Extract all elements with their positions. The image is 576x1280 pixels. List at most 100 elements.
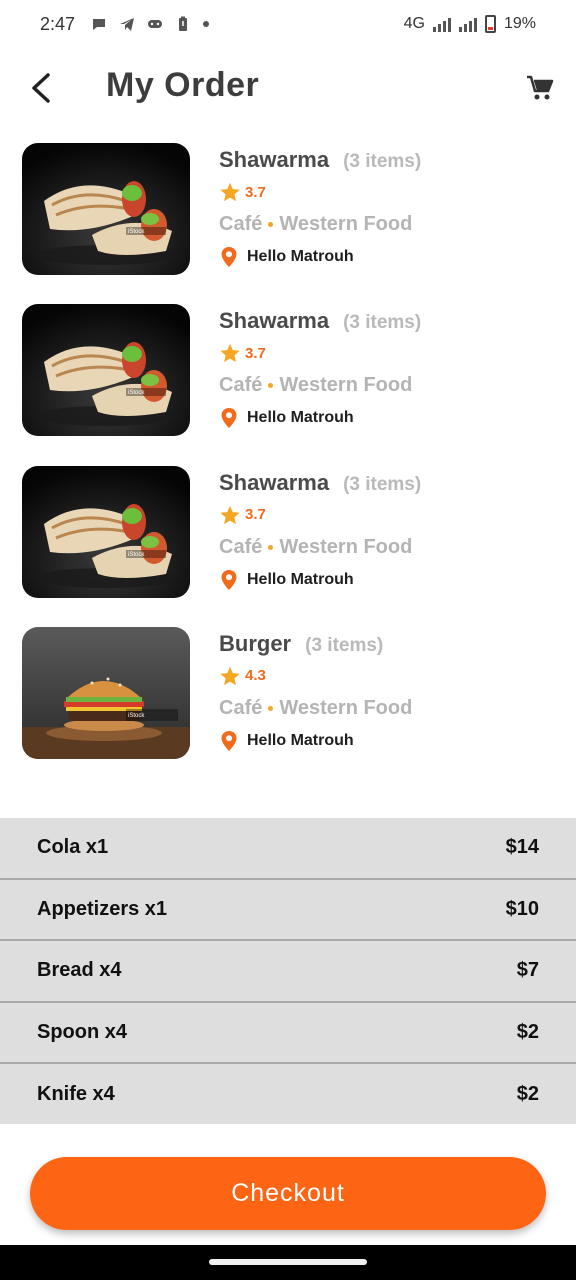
- restaurant-card[interactable]: iStock Shawarma (3 items) 3.7 Café Weste…: [0, 465, 576, 627]
- restaurant-card[interactable]: iStock Shawarma (3 items) 3.7 Café Weste…: [0, 143, 576, 304]
- order-item-price: $7: [516, 959, 539, 982]
- telegram-icon: [120, 18, 135, 31]
- star-icon: [220, 182, 240, 202]
- status-right: 4G 19%: [404, 15, 536, 33]
- shawarma-image: iStock: [22, 304, 190, 437]
- location-label: Hello Matrouh: [247, 570, 354, 588]
- shawarma-image: iStock: [22, 143, 190, 275]
- signal-icon: [432, 16, 451, 32]
- category-row: Café Western Food: [219, 697, 412, 720]
- signal-icon-2: [458, 16, 477, 32]
- separator-dot: [268, 383, 274, 389]
- header: My Order: [0, 56, 576, 120]
- cuisine-label: Western Food: [279, 696, 413, 719]
- chevron-left-icon[interactable]: [26, 70, 58, 106]
- category-label: Café: [219, 213, 263, 235]
- status-left: 2:47: [40, 13, 210, 35]
- order-items-table: Cola x1 $14 Appetizers x1 $10 Bread x4 $…: [0, 818, 576, 1125]
- svg-text:iStock: iStock: [128, 552, 145, 558]
- battery-percent: 19%: [503, 15, 536, 32]
- star-icon: [220, 344, 240, 363]
- order-item-price: $10: [505, 897, 539, 920]
- restaurant-name: Burger: [219, 630, 292, 656]
- item-count: (3 items): [305, 634, 384, 656]
- location-label: Hello Matrouh: [247, 731, 354, 749]
- order-item-price: $2: [516, 1082, 539, 1105]
- item-count: (3 items): [343, 473, 422, 495]
- restaurant-name: Shawarma: [219, 147, 330, 172]
- cart-icon[interactable]: [526, 74, 554, 102]
- dot-icon: [203, 21, 210, 27]
- rating-value: 4.3: [245, 667, 266, 685]
- order-item-row[interactable]: Cola x1 $14: [0, 818, 576, 880]
- category-label: Café: [219, 535, 263, 558]
- rating-value: 3.7: [245, 344, 266, 362]
- system-nav-bar: [0, 1245, 576, 1280]
- order-item-row[interactable]: Bread x4 $7: [0, 941, 576, 1003]
- star-icon: [220, 505, 240, 524]
- order-item-name: Spoon x4: [37, 1021, 128, 1044]
- restaurant-info: Burger (3 items) 4.3 Café Western Food H…: [219, 631, 412, 752]
- restaurant-name: Shawarma: [219, 308, 330, 334]
- restaurant-info: Shawarma (3 items) 3.7 Café Western Food…: [219, 308, 421, 429]
- category-row: Café Western Food: [219, 213, 421, 236]
- location-label: Hello Matrouh: [247, 248, 354, 265]
- location-pin-icon: [221, 730, 237, 751]
- location-pin-icon: [221, 247, 237, 267]
- category-row: Café Western Food: [219, 374, 421, 397]
- order-item-name: Cola x1: [37, 836, 109, 859]
- game-controller-icon: [148, 20, 163, 28]
- location-row: Hello Matrouh: [219, 246, 421, 268]
- status-time: 2:47: [40, 13, 76, 34]
- checkout-button[interactable]: Checkout: [30, 1157, 546, 1230]
- category-label: Café: [219, 696, 263, 719]
- location-pin-icon: [221, 408, 237, 429]
- order-item-price: $14: [505, 836, 539, 859]
- restaurant-card[interactable]: iStock Burger (3 items) 4.3 Café Western…: [0, 626, 576, 788]
- restaurant-title-row: Shawarma (3 items): [219, 147, 421, 173]
- separator-dot: [268, 222, 274, 227]
- location-row: Hello Matrouh: [219, 569, 421, 591]
- rating-row: 4.3: [219, 665, 412, 687]
- food-thumbnail[interactable]: iStock: [22, 626, 190, 759]
- restaurant-card[interactable]: iStock Shawarma (3 items) 3.7 Café Weste…: [0, 304, 576, 465]
- location-row: Hello Matrouh: [219, 730, 412, 752]
- home-indicator[interactable]: [209, 1259, 367, 1265]
- battery-saver-icon: [179, 16, 188, 31]
- rating-value: 3.7: [245, 183, 266, 201]
- restaurant-info: Shawarma (3 items) 3.7 Café Western Food…: [219, 147, 421, 268]
- restaurant-title-row: Shawarma (3 items): [219, 470, 421, 496]
- order-item-row[interactable]: Appetizers x1 $10: [0, 879, 576, 942]
- rating-row: 3.7: [219, 504, 421, 526]
- shawarma-image: iStock: [22, 465, 190, 598]
- food-thumbnail[interactable]: iStock: [22, 304, 190, 437]
- order-item-row[interactable]: Spoon x4 $2: [0, 1002, 576, 1065]
- order-list: iStock Shawarma (3 items) 3.7 Café Weste…: [0, 143, 576, 788]
- category-row: Café Western Food: [219, 536, 421, 559]
- svg-text:iStock: iStock: [128, 390, 145, 396]
- star-icon: [220, 666, 240, 686]
- location-pin-icon: [221, 569, 237, 590]
- food-thumbnail[interactable]: iStock: [22, 465, 190, 598]
- order-item-name: Knife x4: [37, 1082, 115, 1105]
- food-thumbnail[interactable]: iStock: [22, 143, 190, 275]
- burger-image: iStock: [22, 626, 190, 759]
- network-type: 4G: [403, 15, 425, 32]
- chat-bubble-icon: [93, 19, 106, 30]
- rating-row: 3.7: [219, 181, 421, 203]
- restaurant-title-row: Shawarma (3 items): [219, 308, 421, 334]
- restaurant-name: Shawarma: [219, 469, 330, 495]
- item-count: (3 items): [343, 151, 422, 172]
- battery-icon: [484, 15, 496, 33]
- item-count: (3 items): [343, 312, 422, 334]
- order-item-name: Appetizers x1: [37, 897, 168, 920]
- restaurant-title-row: Burger (3 items): [219, 631, 412, 657]
- location-label: Hello Matrouh: [247, 409, 354, 427]
- page-title: My Order: [106, 66, 260, 104]
- order-item-name: Bread x4: [37, 959, 122, 982]
- location-row: Hello Matrouh: [219, 407, 421, 429]
- order-item-row[interactable]: Knife x4 $2: [0, 1064, 576, 1125]
- cuisine-label: Western Food: [279, 374, 413, 397]
- separator-dot: [268, 705, 274, 711]
- separator-dot: [268, 544, 274, 550]
